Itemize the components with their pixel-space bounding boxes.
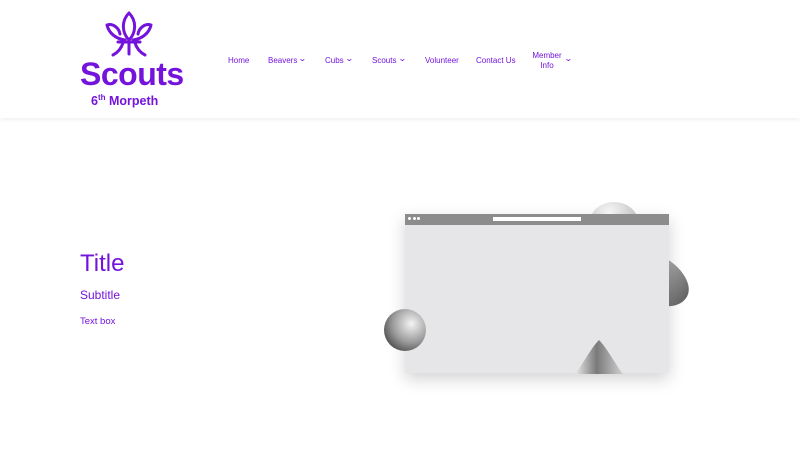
nav-item-cubs[interactable]: Cubs: [325, 56, 344, 66]
cone-bottom-shape: [575, 340, 623, 374]
sphere-left-shape: [384, 309, 426, 351]
chevron-down-icon[interactable]: ⌄: [298, 54, 307, 63]
hero-subtitle: Subtitle: [80, 288, 121, 302]
hero-text-box: Text box: [80, 316, 116, 327]
browser-window: [405, 214, 669, 373]
nav-item-home[interactable]: Home: [228, 56, 249, 66]
chevron-down-icon[interactable]: ⌄: [564, 54, 573, 63]
nav-item-volunteer[interactable]: Volunteer: [425, 56, 459, 66]
member-info-line1: Member: [532, 51, 562, 60]
group-name: 6th Morpeth: [91, 90, 158, 109]
group-suffix: th: [97, 93, 106, 102]
browser-url-bar: [493, 217, 581, 221]
hero-title: Title: [80, 250, 125, 277]
group-location: Morpeth: [109, 94, 159, 108]
chevron-down-icon[interactable]: ⌄: [345, 54, 354, 63]
nav-item-scouts[interactable]: Scouts: [372, 56, 396, 66]
window-controls-icon: [408, 217, 422, 235]
fleur-de-lis-icon: [105, 11, 153, 57]
nav-item-beavers[interactable]: Beavers: [268, 56, 297, 66]
chevron-down-icon[interactable]: ⌄: [398, 54, 407, 63]
group-number: 6: [91, 94, 98, 108]
scouts-logo[interactable]: Scouts 6th Morpeth: [80, 10, 190, 110]
brand-name: Scouts: [80, 56, 184, 92]
browser-title-bar: [405, 214, 669, 225]
site-header: Scouts 6th Morpeth Home Beavers ⌄ Cubs ⌄…: [0, 0, 800, 118]
nav-item-member-info[interactable]: Member Info: [527, 51, 567, 71]
member-info-line2: Info: [540, 61, 554, 70]
nav-item-contact-us[interactable]: Contact Us: [476, 56, 516, 66]
